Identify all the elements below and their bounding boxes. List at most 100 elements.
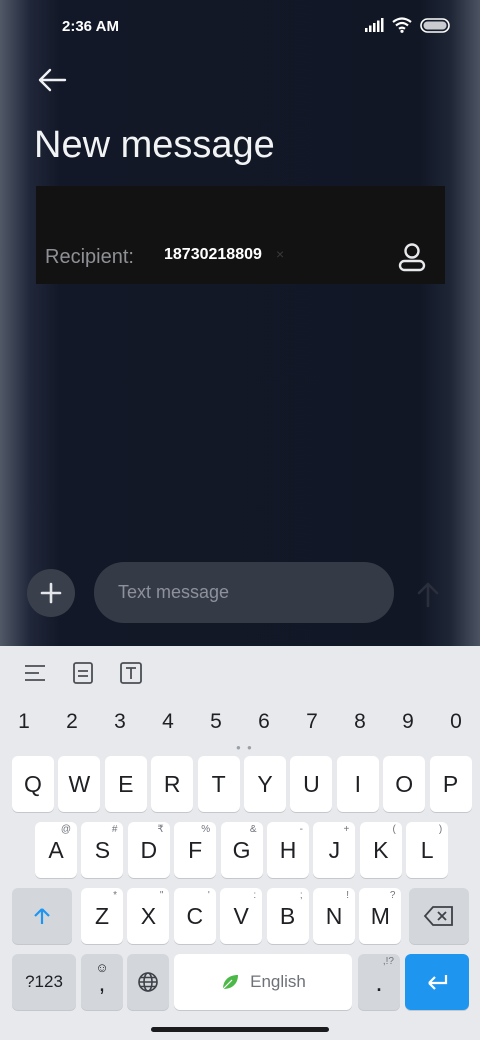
symbols-key[interactable]: ?123 (12, 954, 76, 1010)
letter-key[interactable]: B; (266, 888, 309, 944)
number-key[interactable]: 3 (102, 710, 138, 734)
number-key[interactable]: 9 (390, 710, 426, 734)
letter-key[interactable]: E (104, 756, 147, 812)
key-hint: % (201, 824, 211, 835)
key-hint: @ (60, 824, 71, 835)
page-title: New message (34, 124, 275, 166)
keyboard: 1234567890 ● ● QWERTYUIOP A @ S # D ₹ F% G & H - J +… (0, 646, 480, 1040)
number-row: 1234567890 (0, 698, 480, 744)
letter-key[interactable]: Y (244, 756, 286, 812)
key-hint: " (159, 890, 164, 901)
enter-icon (428, 975, 448, 990)
number-key[interactable]: 6 (246, 710, 282, 734)
contact-picker-icon[interactable] (396, 241, 428, 273)
letter-key[interactable]: I (336, 756, 379, 812)
key-hint: ₹ (157, 824, 164, 835)
letter-key[interactable]: G & (220, 822, 263, 878)
text-format-icon[interactable] (118, 660, 144, 686)
clipboard-icon[interactable] (70, 660, 96, 686)
key-label: H (279, 836, 297, 863)
number-key[interactable]: 8 (342, 710, 378, 734)
remove-recipient-icon[interactable]: × (276, 246, 284, 262)
key-label: I (354, 770, 361, 797)
key-hint: ; (299, 890, 303, 901)
letter-key[interactable]: W (58, 756, 101, 812)
letter-key[interactable]: J + (313, 822, 356, 878)
send-arrow-icon[interactable] (412, 578, 444, 610)
key-label: C (186, 902, 204, 929)
key-hint: ? (389, 890, 396, 901)
letter-key[interactable]: Z * (81, 888, 123, 944)
letter-key[interactable]: H- (267, 822, 309, 878)
backspace-key[interactable] (409, 888, 469, 944)
key-label: K (373, 836, 389, 863)
letter-key[interactable]: Q (12, 756, 54, 812)
key-label: V (233, 902, 249, 929)
number-key[interactable]: 4 (150, 710, 186, 734)
letter-key[interactable]: X " (127, 888, 170, 944)
attach-button[interactable] (27, 569, 75, 617)
text-message-input[interactable] (94, 562, 394, 623)
letter-key[interactable]: T (197, 756, 240, 812)
menu-lines-icon[interactable] (22, 660, 48, 686)
recipient-chip[interactable]: 18730218809 (164, 246, 262, 264)
status-time: 2:36 AM (62, 18, 119, 35)
home-indicator[interactable] (151, 1027, 329, 1032)
back-arrow-icon[interactable] (34, 64, 70, 96)
recipient-field[interactable]: Recipient: 18730218809 × (36, 186, 445, 284)
letter-key[interactable]: L) (406, 822, 449, 878)
backspace-icon (423, 906, 453, 926)
number-key[interactable]: 2 (54, 710, 90, 734)
keyboard-toolbar (0, 646, 480, 698)
key-hint: : (253, 890, 257, 901)
letter-key[interactable]: R (151, 756, 194, 812)
period-key[interactable]: ,!? . (358, 954, 400, 1010)
signal-icon (365, 18, 384, 32)
letter-key[interactable]: N! (313, 888, 355, 944)
key-hint: & (249, 824, 257, 835)
letter-key[interactable]: S # (81, 822, 124, 878)
space-bar-label: English (250, 972, 306, 991)
plus-icon (40, 582, 62, 604)
key-label: O (395, 770, 414, 797)
letter-key[interactable]: P (429, 756, 472, 812)
period-label: . (375, 966, 383, 997)
letter-key[interactable]: D ₹ (127, 822, 170, 878)
key-hint: * (113, 890, 117, 901)
key-label: S (94, 836, 111, 863)
emoji-comma-key[interactable]: ☺ , (81, 954, 123, 1010)
number-key[interactable]: 7 (294, 710, 330, 734)
globe-icon (138, 972, 158, 992)
key-hint: ( (392, 824, 396, 835)
key-label: G (232, 836, 251, 863)
leaf-logo-icon (222, 975, 239, 990)
letter-key[interactable]: U (290, 756, 333, 812)
space-bar[interactable]: English (174, 954, 352, 1010)
shift-key[interactable] (12, 888, 72, 944)
letter-key[interactable]: C ' (173, 888, 216, 944)
key-label: L (420, 836, 434, 863)
key-hint: ' (207, 890, 210, 901)
key-label: M (370, 902, 390, 929)
key-hint: + (343, 824, 350, 835)
letter-key[interactable]: M? (359, 888, 402, 944)
letter-key[interactable]: V: (220, 888, 263, 944)
letter-key[interactable]: F% (174, 822, 217, 878)
letter-key[interactable]: K( (359, 822, 402, 878)
key-label: B (279, 902, 296, 929)
enter-key[interactable] (405, 954, 469, 1010)
letter-key[interactable]: A @ (35, 822, 77, 878)
number-key[interactable]: 1 (6, 710, 42, 734)
number-key[interactable]: 5 (198, 710, 234, 734)
recipient-label: Recipient: (45, 246, 134, 268)
key-label: Z (94, 902, 110, 929)
key-label: A (48, 836, 64, 863)
letter-key[interactable]: O (383, 756, 426, 812)
shift-arrow-icon (34, 908, 50, 924)
number-key[interactable]: 0 (438, 710, 474, 734)
key-label: U (303, 770, 320, 797)
key-label: F (188, 836, 203, 863)
language-key[interactable] (127, 954, 169, 1010)
key-label: X (140, 902, 157, 929)
battery-icon (420, 17, 450, 33)
